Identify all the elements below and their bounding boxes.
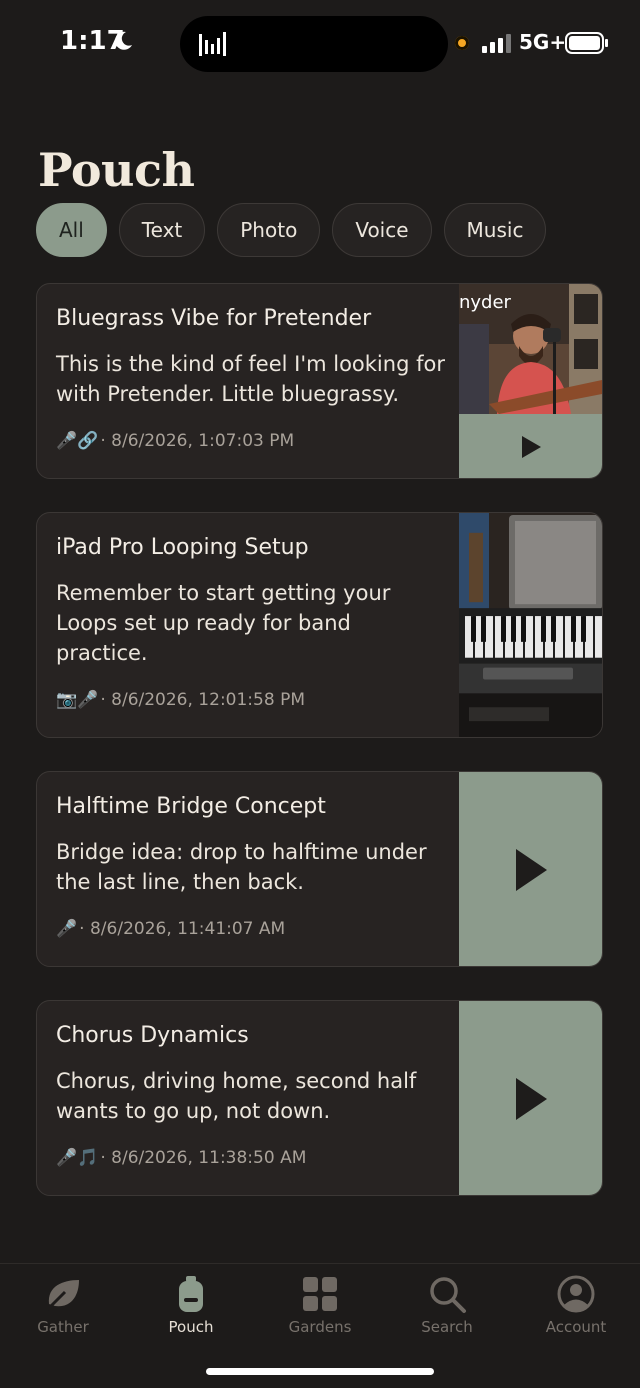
card-timestamp: · 8/6/2026, 11:38:50 AM [100,1148,307,1168]
card-timestamp: · 8/6/2026, 1:07:03 PM [100,431,295,451]
card-title: Bluegrass Vibe for Pretender [56,306,372,331]
filter-music[interactable]: Music [443,203,547,257]
tab-account[interactable]: Account [526,1274,626,1336]
pouch-card[interactable]: Halftime Bridge Concept Bridge idea: dro… [36,771,603,967]
photo-thumbnail[interactable] [459,513,602,737]
tab-label: Gardens [288,1318,352,1336]
audio-wave-icon [199,32,226,56]
tab-label: Pouch [168,1318,214,1336]
tab-search[interactable]: Search [397,1274,497,1336]
card-title: Halftime Bridge Concept [56,794,326,819]
pouch-card[interactable]: Chorus Dynamics Chorus, driving home, se… [36,1000,603,1196]
card-meta: 🎤 · 8/6/2026, 11:41:07 AM [56,919,446,939]
dynamic-island [180,16,448,72]
pouch-card[interactable]: iPad Pro Looping Setup Remember to start… [36,512,603,738]
tab-label: Search [421,1318,473,1336]
card-meta: 📷🎤 · 8/6/2026, 12:01:58 PM [56,690,446,710]
play-icon [515,849,547,891]
card-timestamp: · 8/6/2026, 11:41:07 AM [79,919,286,939]
card-meta: 🎤🔗 · 8/6/2026, 1:07:03 PM [56,431,446,451]
card-text: Chorus, driving home, second half wants … [56,1069,417,1123]
search-icon [430,1277,466,1313]
play-button[interactable] [459,772,602,966]
attachment-icons: 🎤 [56,919,78,939]
play-button[interactable] [459,414,602,478]
filter-chips: All Text Photo Voice Music [36,203,547,257]
battery-icon [565,32,608,54]
play-icon [521,436,541,458]
play-icon [515,1078,547,1120]
tab-gardens[interactable]: Gardens [270,1274,370,1336]
moon-icon [115,31,132,50]
card-title: iPad Pro Looping Setup [56,535,309,560]
attachment-icons: 🎤🎵 [56,1148,99,1168]
tab-label: Account [545,1318,607,1336]
filter-voice[interactable]: Voice [332,203,432,257]
filter-all[interactable]: All [36,203,107,257]
leaf-icon [45,1280,79,1312]
signal-icon [482,34,511,53]
card-title: Chorus Dynamics [56,1023,249,1048]
pouch-icon [179,1276,203,1312]
thumb-caption: nyder [459,292,512,313]
tab-gather[interactable]: Gather [13,1274,113,1336]
recording-indicator-icon [455,36,469,50]
video-thumbnail[interactable]: nyder [459,284,602,414]
card-text: This is the kind of feel I'm looking for… [56,352,445,406]
status-bar: 1:17 5G+ [0,0,640,90]
card-text: Bridge idea: drop to halftime under the … [56,840,427,894]
tab-label: Gather [37,1318,89,1336]
home-indicator[interactable] [206,1368,434,1375]
card-meta: 🎤🎵 · 8/6/2026, 11:38:50 AM [56,1148,446,1168]
filter-photo[interactable]: Photo [217,203,321,257]
page-title: Pouch [38,142,195,197]
network-type: 5G+ [519,30,567,54]
attachment-icons: 📷🎤 [56,690,99,710]
card-timestamp: · 8/6/2026, 12:01:58 PM [100,690,305,710]
tab-pouch[interactable]: Pouch [141,1274,241,1336]
grid-icon [303,1277,337,1311]
attachment-icons: 🎤🔗 [56,431,99,451]
card-text: Remember to start getting your Loops set… [56,581,391,665]
user-icon [557,1275,595,1313]
filter-text[interactable]: Text [118,203,206,257]
pouch-card[interactable]: Bluegrass Vibe for Pretender This is the… [36,283,603,479]
play-button[interactable] [459,1001,602,1195]
